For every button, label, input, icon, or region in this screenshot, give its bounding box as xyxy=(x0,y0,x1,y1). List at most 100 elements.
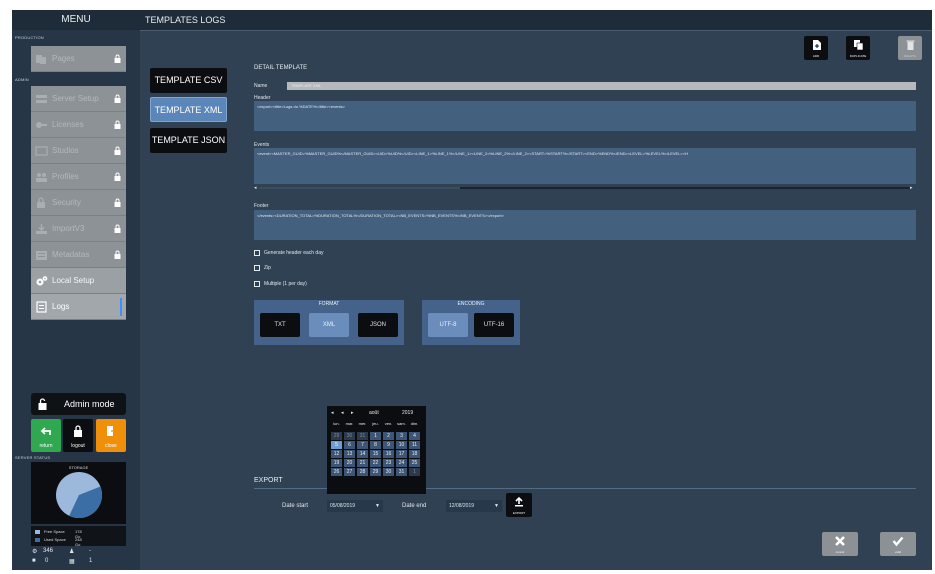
checkbox-box xyxy=(254,265,260,271)
sidebar-item-logs[interactable]: Logs xyxy=(31,294,126,320)
sidebar-item-label: Security xyxy=(52,198,81,207)
legend-used: Used Space 248 Go xyxy=(35,537,82,547)
sidebar-item-pages[interactable]: Pages xyxy=(31,46,126,72)
calendar-day[interactable]: 16 xyxy=(383,450,394,458)
calendar-day[interactable]: 21 xyxy=(357,459,368,467)
prev-year-icon[interactable]: ◂ xyxy=(331,410,334,416)
calendar-day[interactable]: 19 xyxy=(331,459,342,467)
calendar-day[interactable]: 15 xyxy=(370,450,381,458)
calendar-day[interactable]: 27 xyxy=(344,468,355,476)
checkbox-box xyxy=(254,250,260,256)
cancel-button[interactable]: cancel xyxy=(822,532,858,556)
encoding-utf16-button[interactable]: UTF-16 xyxy=(474,313,514,337)
header-textarea[interactable]: <export><title>Logs du %DATE%</title><ev… xyxy=(254,101,916,131)
calendar-day[interactable]: 31 xyxy=(396,468,407,476)
admin-mode-button[interactable]: Admin mode xyxy=(31,393,126,415)
export-button[interactable]: EXPORT xyxy=(506,493,532,517)
scroll-thumb[interactable] xyxy=(460,187,910,189)
logout-button[interactable]: logout xyxy=(63,419,93,452)
close-button[interactable]: close xyxy=(96,419,126,452)
chevron-down-icon: ▼ xyxy=(494,503,499,509)
calendar-day[interactable]: 3 xyxy=(396,432,407,440)
checkbox-label: Zip xyxy=(264,265,271,271)
calendar-day[interactable]: 20 xyxy=(344,459,355,467)
sidebar-item-local-setup[interactable]: Local Setup xyxy=(31,268,126,294)
calendar-day[interactable]: 31 xyxy=(357,432,368,440)
gear-icon: ⚙ xyxy=(32,549,38,555)
calendar-day[interactable]: 18 xyxy=(409,450,420,458)
calendar-month[interactable]: août xyxy=(369,410,379,416)
calendar-day[interactable]: 13 xyxy=(344,450,355,458)
scroll-left-arrow-icon[interactable]: ◂ xyxy=(254,185,257,191)
calendar-day[interactable]: 1 xyxy=(409,468,420,476)
name-field[interactable]: TEMPLATE XML xyxy=(287,82,916,90)
calendar-day[interactable]: 6 xyxy=(344,441,355,449)
valid-button[interactable]: valid xyxy=(880,532,916,556)
calendar-day[interactable]: 29 xyxy=(370,468,381,476)
calendar-year[interactable]: 2019 xyxy=(402,410,413,416)
format-json-button[interactable]: JSON xyxy=(358,313,398,337)
delete-button[interactable]: DELETE xyxy=(898,36,922,60)
weekday-label: sam. xyxy=(397,421,406,426)
duplicate-button[interactable]: DUPLICATE xyxy=(846,36,870,60)
date-start-dropdown[interactable]: 05/08/2019 ▼ xyxy=(327,500,383,512)
calendar-day[interactable]: 23 xyxy=(383,459,394,467)
calendar-day[interactable]: 26 xyxy=(331,468,342,476)
events-scrollbar[interactable]: ◂ ▸ xyxy=(254,185,916,191)
storage-panel: STORAGE xyxy=(31,462,126,524)
template-json-button[interactable]: TEMPLATE JSON xyxy=(150,128,227,153)
sidebar: MENU PRODUCTION Pages ADMIN Server Setup… xyxy=(12,10,140,570)
counter-a: 346 xyxy=(43,548,54,554)
calendar-day[interactable]: 28 xyxy=(357,468,368,476)
template-xml-button[interactable]: TEMPLATE XML xyxy=(150,97,227,122)
calendar-day[interactable]: 14 xyxy=(357,450,368,458)
prev-month-icon[interactable]: ◂ xyxy=(341,410,344,416)
valid-label: valid xyxy=(894,550,902,554)
sidebar-item-label: Local Setup xyxy=(52,276,95,285)
calendar-day[interactable]: 29 xyxy=(331,432,342,440)
sidebar-item-importv3[interactable]: ImportV3 xyxy=(31,216,126,242)
date-picker[interactable]: ◂ ◂ ▸ août 2019 lun. mar. mer. jeu. ven. sam.… xyxy=(327,406,426,494)
sidebar-item-security[interactable]: Security xyxy=(31,190,126,216)
security-icon xyxy=(37,197,45,208)
sidebar-item-label: Server Setup xyxy=(52,94,99,103)
calendar-day[interactable]: 11 xyxy=(409,441,420,449)
calendar-day[interactable]: 8 xyxy=(370,441,381,449)
calendar-day[interactable]: 5 xyxy=(331,441,342,449)
calendar-day[interactable]: 2 xyxy=(383,432,394,440)
add-button[interactable]: ADD xyxy=(804,36,828,60)
calendar-day[interactable]: 7 xyxy=(357,441,368,449)
format-txt-button[interactable]: TXT xyxy=(260,313,300,337)
calendar-day[interactable]: 9 xyxy=(383,441,394,449)
calendar-day[interactable]: 30 xyxy=(383,468,394,476)
scroll-right-arrow-icon[interactable]: ▸ xyxy=(910,185,913,191)
logs-icon xyxy=(36,301,47,313)
next-month-icon[interactable]: ▸ xyxy=(351,410,354,416)
calendar-day[interactable]: 22 xyxy=(370,459,381,467)
admin-mode-label: Admin mode xyxy=(64,399,115,409)
calendar-day[interactable]: 10 xyxy=(396,441,407,449)
format-xml-button[interactable]: XML xyxy=(309,313,349,337)
template-csv-button[interactable]: TEMPLATE CSV xyxy=(150,68,227,93)
sidebar-item-server-setup[interactable]: Server Setup xyxy=(31,86,126,112)
calendar-day[interactable]: 24 xyxy=(396,459,407,467)
calendar-day[interactable]: 25 xyxy=(409,459,420,467)
sidebar-item-metadatas[interactable]: Metadatas xyxy=(31,242,126,268)
checkbox-label: Multiple (1 per day) xyxy=(264,281,307,287)
sidebar-item-licenses[interactable]: Licenses xyxy=(31,112,126,138)
sidebar-item-studios[interactable]: Studios xyxy=(31,138,126,164)
calendar-day[interactable]: 17 xyxy=(396,450,407,458)
date-end-value: 12/08/2019 xyxy=(449,503,475,509)
sidebar-item-profiles[interactable]: Profiles xyxy=(31,164,126,190)
calendar-day[interactable]: 1 xyxy=(370,432,381,440)
encoding-utf8-button[interactable]: UTF-8 xyxy=(428,313,468,337)
calendar-day[interactable]: 12 xyxy=(331,450,342,458)
weekday-label: jeu. xyxy=(372,421,379,426)
lock-icon xyxy=(74,425,82,437)
calendar-day[interactable]: 4 xyxy=(409,432,420,440)
events-textarea[interactable]: <event><MASTER_GUID>%MASTER_GUID%</MASTE… xyxy=(254,148,916,184)
footer-textarea[interactable]: </events><DURATION_TOTAL>%DURATION_TOTAL… xyxy=(254,210,916,240)
date-end-dropdown[interactable]: 12/08/2019 ▼ xyxy=(446,500,502,512)
return-button[interactable]: return xyxy=(31,419,61,452)
calendar-day[interactable]: 30 xyxy=(344,432,355,440)
